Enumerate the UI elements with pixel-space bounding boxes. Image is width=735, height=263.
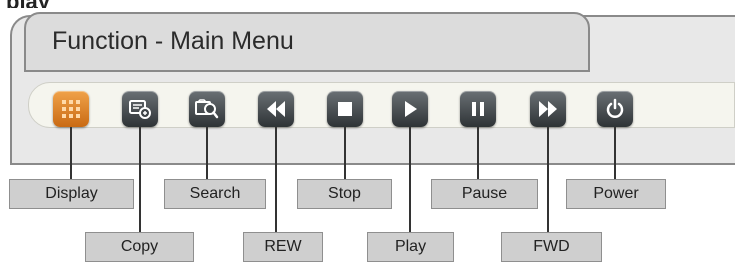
page-title: Function - Main Menu bbox=[52, 27, 294, 55]
pause-connector bbox=[477, 127, 479, 179]
cropped-heading: play bbox=[0, 0, 150, 8]
rew-connector bbox=[275, 127, 277, 232]
grid-icon bbox=[62, 100, 80, 118]
rew-button[interactable] bbox=[258, 91, 294, 127]
rewind-icon bbox=[267, 101, 285, 117]
copy-icon bbox=[129, 100, 151, 119]
display-label: Display bbox=[9, 179, 134, 209]
display-connector bbox=[70, 127, 72, 179]
play-connector bbox=[409, 127, 411, 232]
pause-label: Pause bbox=[431, 179, 538, 209]
fast-forward-icon bbox=[539, 101, 557, 117]
rew-label: REW bbox=[243, 232, 323, 262]
play-icon bbox=[405, 101, 417, 117]
cropped-heading-text: play bbox=[6, 0, 50, 8]
search-label: Search bbox=[164, 179, 266, 209]
display-button[interactable] bbox=[53, 91, 89, 127]
power-label: Power bbox=[566, 179, 666, 209]
play-label: Play bbox=[367, 232, 454, 262]
play-button[interactable] bbox=[392, 91, 428, 127]
power-icon bbox=[606, 98, 624, 118]
fwd-connector bbox=[547, 127, 549, 232]
stop-label: Stop bbox=[297, 179, 392, 209]
copy-button[interactable] bbox=[122, 91, 158, 127]
pause-icon bbox=[472, 102, 484, 116]
search-icon bbox=[195, 99, 219, 119]
stop-icon bbox=[338, 102, 352, 116]
stop-connector bbox=[344, 127, 346, 179]
search-button[interactable] bbox=[189, 91, 225, 127]
power-button[interactable] bbox=[597, 91, 633, 127]
power-connector bbox=[614, 127, 616, 179]
pause-button[interactable] bbox=[460, 91, 496, 127]
stop-button[interactable] bbox=[327, 91, 363, 127]
copy-connector bbox=[139, 127, 141, 232]
fwd-label: FWD bbox=[501, 232, 602, 262]
search-connector bbox=[206, 127, 208, 179]
copy-label: Copy bbox=[85, 232, 194, 262]
fwd-button[interactable] bbox=[530, 91, 566, 127]
menu-title-tab: Function - Main Menu bbox=[24, 12, 590, 72]
